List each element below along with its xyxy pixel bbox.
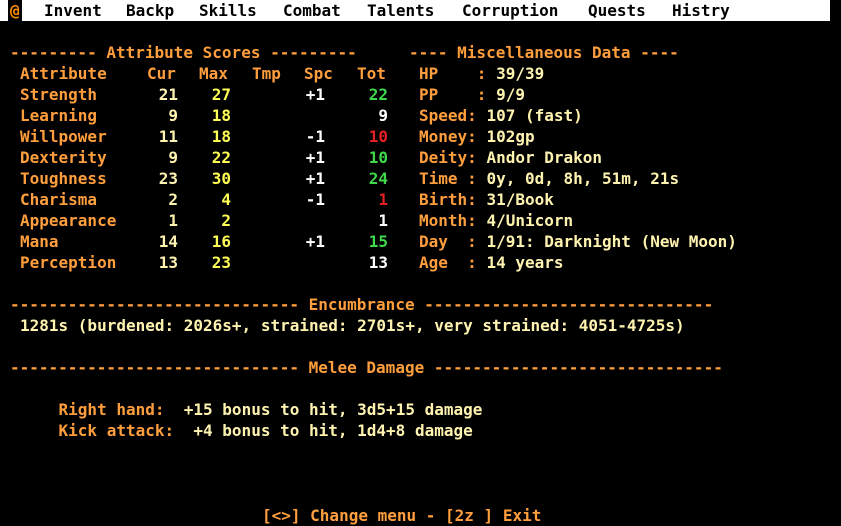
attribute-tot: 1	[378, 211, 388, 230]
attribute-cur: 23	[158, 169, 178, 188]
attribute-cur: 9	[168, 148, 178, 167]
attribute-cur: 2	[168, 190, 178, 209]
attribute-name: Perception	[20, 253, 117, 272]
column-header-tot: Tot	[357, 64, 386, 83]
attribute-max: 22	[211, 148, 231, 167]
attribute-tot: 1	[378, 190, 388, 209]
attribute-cur: 9	[168, 106, 178, 125]
attribute-tot: 9	[378, 106, 388, 125]
attribute-tot: 24	[368, 169, 388, 188]
misc-row: HP : 39/39	[419, 63, 544, 84]
tab-corruption[interactable]: Corruption	[462, 0, 558, 21]
attribute-name: Toughness	[20, 169, 107, 188]
attribute-max: 18	[211, 127, 231, 146]
attribute-tot: 10	[368, 127, 388, 146]
tab-character[interactable]: @	[8, 0, 22, 21]
attribute-cur: 21	[158, 85, 178, 104]
attribute-max: 2	[221, 211, 231, 230]
attribute-max: 4	[221, 190, 231, 209]
tab-bar: @ Invent Backp Skills Combat Talents Cor…	[0, 0, 830, 21]
misc-label: HP :	[419, 64, 497, 83]
tab-invent[interactable]: Invent	[44, 0, 102, 21]
attribute-spc: -1	[305, 190, 325, 209]
attribute-name: Strength	[20, 85, 98, 104]
column-header-tmp: Tmp	[252, 64, 281, 83]
tab-combat[interactable]: Combat	[283, 0, 341, 21]
melee-label: Kick attack:	[58, 421, 194, 440]
column-header-cur: Cur	[147, 64, 176, 83]
attribute-tot: 15	[368, 232, 388, 251]
column-header-spc: Spc	[304, 64, 333, 83]
misc-value: 4/Unicorn	[486, 211, 574, 230]
attribute-tot: 13	[368, 253, 388, 272]
attribute-name: Appearance	[20, 211, 117, 230]
misc-row: Speed: 107 (fast)	[419, 105, 583, 126]
attribute-spc: +1	[305, 169, 325, 188]
attribute-tot: 22	[368, 85, 388, 104]
encumbrance-header: ------------------------------ Encumbran…	[10, 295, 714, 314]
attribute-max: 18	[211, 106, 231, 125]
attribute-max: 16	[211, 232, 231, 251]
misc-label: Time :	[419, 169, 487, 188]
tab-skills[interactable]: Skills	[199, 0, 257, 21]
misc-label: Speed:	[419, 106, 487, 125]
misc-value: 14 years	[486, 253, 564, 272]
tab-histry[interactable]: Histry	[672, 0, 730, 21]
misc-row: Time : 0y, 0d, 8h, 51m, 21s	[419, 168, 679, 189]
misc-row: Month: 4/Unicorn	[419, 210, 573, 231]
misc-row: Birth: 31/Book	[419, 189, 554, 210]
tab-quests[interactable]: Quests	[588, 0, 646, 21]
misc-data-header: ---- Miscellaneous Data ----	[409, 43, 679, 62]
misc-row: PP : 9/9	[419, 84, 525, 105]
misc-row: Deity: Andor Drakon	[419, 147, 602, 168]
footer-help: [<>] Change menu - [2z ] Exit	[262, 506, 542, 525]
melee-line-kick-attack: Kick attack: +4 bonus to hit, 1d4+8 dama…	[20, 399, 473, 462]
melee-damage-header: ------------------------------ Melee Dam…	[10, 358, 723, 377]
attribute-max: 27	[211, 85, 231, 104]
attribute-name: Willpower	[20, 127, 107, 146]
misc-value: 107 (fast)	[486, 106, 583, 125]
attribute-cur: 11	[158, 127, 178, 146]
misc-value: 102gp	[486, 127, 535, 146]
attribute-spc: +1	[305, 85, 325, 104]
attribute-name: Charisma	[20, 190, 98, 209]
misc-label: Day :	[419, 232, 487, 251]
misc-value: 39/39	[496, 64, 545, 83]
column-header-attribute: Attribute	[20, 64, 107, 83]
misc-value: Andor Drakon	[486, 148, 603, 167]
tab-backp[interactable]: Backp	[126, 0, 174, 21]
misc-label: PP :	[419, 85, 497, 104]
melee-value: +4 bonus to hit, 1d4+8 damage	[193, 421, 473, 440]
column-header-max: Max	[199, 64, 228, 83]
misc-row: Day : 1/91: Darknight (New Moon)	[419, 231, 737, 252]
misc-value: 0y, 0d, 8h, 51m, 21s	[486, 169, 680, 188]
attribute-cur: 13	[158, 253, 178, 272]
misc-label: Birth:	[419, 190, 487, 209]
misc-value: 9/9	[496, 85, 525, 104]
misc-label: Age :	[419, 253, 487, 272]
attribute-name: Learning	[20, 106, 98, 125]
attribute-name: Dexterity	[20, 148, 107, 167]
misc-value: 1/91: Darknight (New Moon)	[486, 232, 737, 251]
misc-row: Money: 102gp	[419, 126, 535, 147]
attribute-cur: 1	[168, 211, 178, 230]
misc-label: Deity:	[419, 148, 487, 167]
misc-value: 31/Book	[486, 190, 554, 209]
misc-row: Age : 14 years	[419, 252, 564, 273]
encumbrance-text: 1281s (burdened: 2026s+, strained: 2701s…	[20, 316, 685, 335]
misc-label: Month:	[419, 211, 487, 230]
attribute-spc: -1	[305, 127, 325, 146]
attribute-tot: 10	[368, 148, 388, 167]
attribute-spc: +1	[305, 148, 325, 167]
misc-label: Money:	[419, 127, 487, 146]
attribute-cur: 14	[158, 232, 178, 251]
tab-talents[interactable]: Talents	[367, 0, 434, 21]
attribute-max: 23	[211, 253, 231, 272]
attribute-max: 30	[211, 169, 231, 188]
attribute-spc: +1	[305, 232, 325, 251]
attribute-scores-header: --------- Attribute Scores ---------	[10, 43, 357, 62]
attribute-name: Mana	[20, 232, 59, 251]
